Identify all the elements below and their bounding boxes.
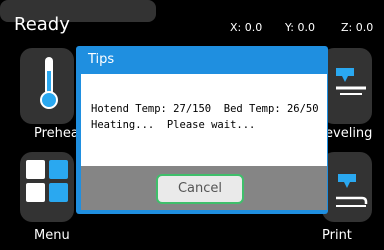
z-coordinate: Z: 0.0 [341, 21, 374, 34]
bed-level-icon [336, 68, 366, 95]
printer-screen: Ready X: 0.0 Y: 0.0 Z: 0.0 Preheat Level… [0, 0, 384, 250]
print-label: Print [322, 228, 352, 243]
y-coordinate: Y: 0.0 [285, 21, 315, 34]
dialog-title: Tips [88, 52, 115, 67]
print-icon [336, 174, 368, 207]
x-coordinate: X: 0.0 [230, 21, 263, 34]
menu-grid-icon [26, 160, 70, 204]
dialog-message-area: Hotend Temp: 27/150 Bed Temp: 26/50 Heat… [81, 74, 327, 166]
cancel-button[interactable]: Cancel [156, 174, 244, 204]
heating-message: Heating... Please wait... [91, 119, 256, 131]
thermometer-icon [40, 57, 58, 111]
temperature-line: Hotend Temp: 27/150 Bed Temp: 26/50 [91, 103, 319, 115]
menu-label: Menu [34, 228, 70, 243]
status-text: Ready [14, 14, 70, 35]
